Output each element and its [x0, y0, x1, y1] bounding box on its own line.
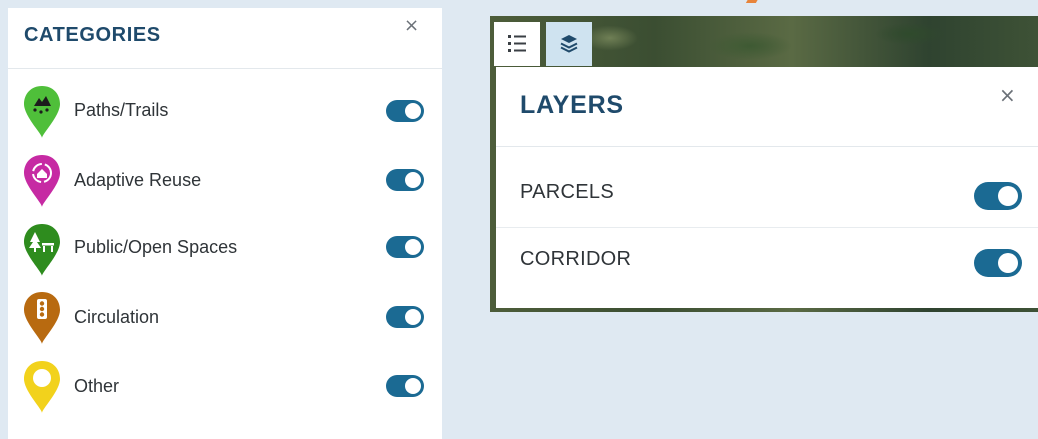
category-label: Adaptive Reuse — [74, 170, 202, 190]
ring-icon — [24, 361, 60, 413]
corridor-toggle[interactable] — [974, 249, 1022, 277]
category-label: Circulation — [74, 307, 160, 327]
park-bench-tree-icon — [24, 224, 60, 276]
category-label: Other — [74, 376, 120, 396]
map-marker-fragment — [742, 0, 758, 9]
category-item-adaptive-reuse: Adaptive Reuse — [8, 149, 442, 209]
category-item-paths-trails: Paths/Trails — [8, 80, 442, 140]
category-item-other: Other — [8, 355, 442, 415]
category-label: Public/Open Spaces — [74, 237, 238, 257]
toggle-knob — [405, 239, 421, 255]
recycle-house-icon — [24, 155, 60, 207]
toggle-knob — [405, 378, 421, 394]
category-label: Paths/Trails — [74, 100, 169, 120]
layers-header: LAYERS × — [496, 67, 1038, 147]
circulation-toggle[interactable] — [386, 306, 424, 328]
toggle-knob — [998, 186, 1018, 206]
layer-item-corridor: CORRIDOR — [496, 228, 1038, 294]
traffic-light-icon — [24, 292, 60, 344]
layers-panel: LAYERS × PARCELS CORRIDOR — [496, 67, 1038, 308]
layers-tab[interactable] — [546, 22, 592, 66]
list-icon — [508, 35, 526, 52]
categories-header: CATEGORIES × — [8, 8, 442, 69]
category-item-circulation: Circulation — [8, 286, 442, 346]
layers-title: LAYERS — [520, 91, 624, 119]
list-tab[interactable] — [494, 22, 540, 66]
hiking-trail-icon — [24, 86, 60, 138]
other-toggle[interactable] — [386, 375, 424, 397]
toggle-knob — [998, 253, 1018, 273]
parcels-toggle[interactable] — [974, 182, 1022, 210]
layers-icon — [560, 35, 578, 53]
paths-trails-toggle[interactable] — [386, 100, 424, 122]
categories-title: CATEGORIES — [24, 24, 161, 46]
categories-panel: CATEGORIES × Paths/Trails Adaptive Reuse — [8, 8, 442, 439]
adaptive-reuse-toggle[interactable] — [386, 169, 424, 191]
public-open-spaces-toggle[interactable] — [386, 236, 424, 258]
toggle-knob — [405, 103, 421, 119]
layer-label: PARCELS — [520, 181, 614, 203]
category-item-public-open-spaces: Public/Open Spaces — [8, 216, 442, 276]
categories-close-button[interactable]: × — [404, 17, 419, 35]
layers-close-button[interactable]: × — [999, 85, 1016, 105]
layer-label: CORRIDOR — [520, 248, 632, 270]
toggle-knob — [405, 172, 421, 188]
toggle-knob — [405, 309, 421, 325]
layer-item-parcels: PARCELS — [496, 161, 1038, 228]
